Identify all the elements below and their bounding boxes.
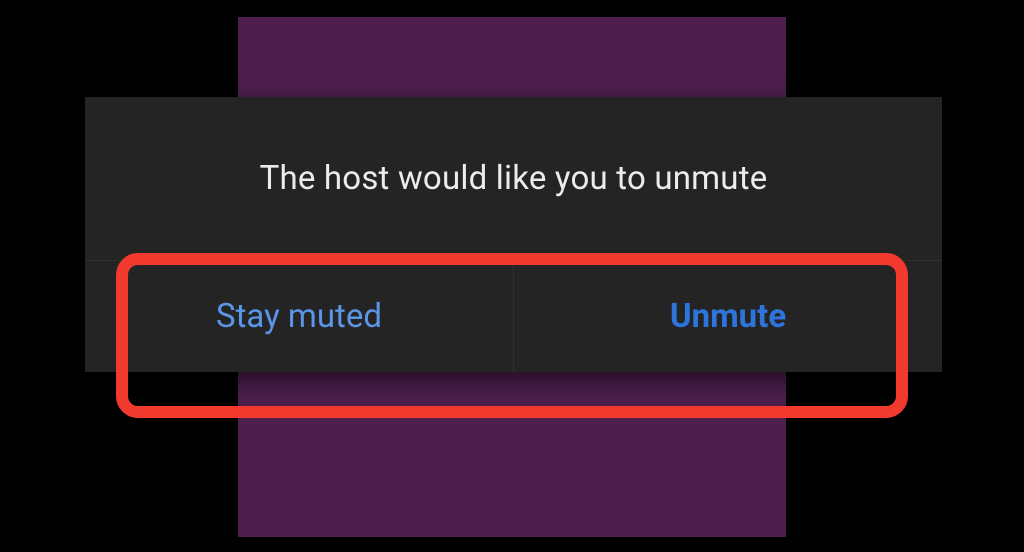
dialog-message: The host would like you to unmute [85, 97, 942, 260]
unmute-request-dialog: The host would like you to unmute Stay m… [85, 97, 942, 372]
stay-muted-button[interactable]: Stay muted [85, 261, 513, 372]
unmute-button[interactable]: Unmute [514, 261, 942, 372]
dialog-button-row: Stay muted Unmute [85, 260, 942, 372]
